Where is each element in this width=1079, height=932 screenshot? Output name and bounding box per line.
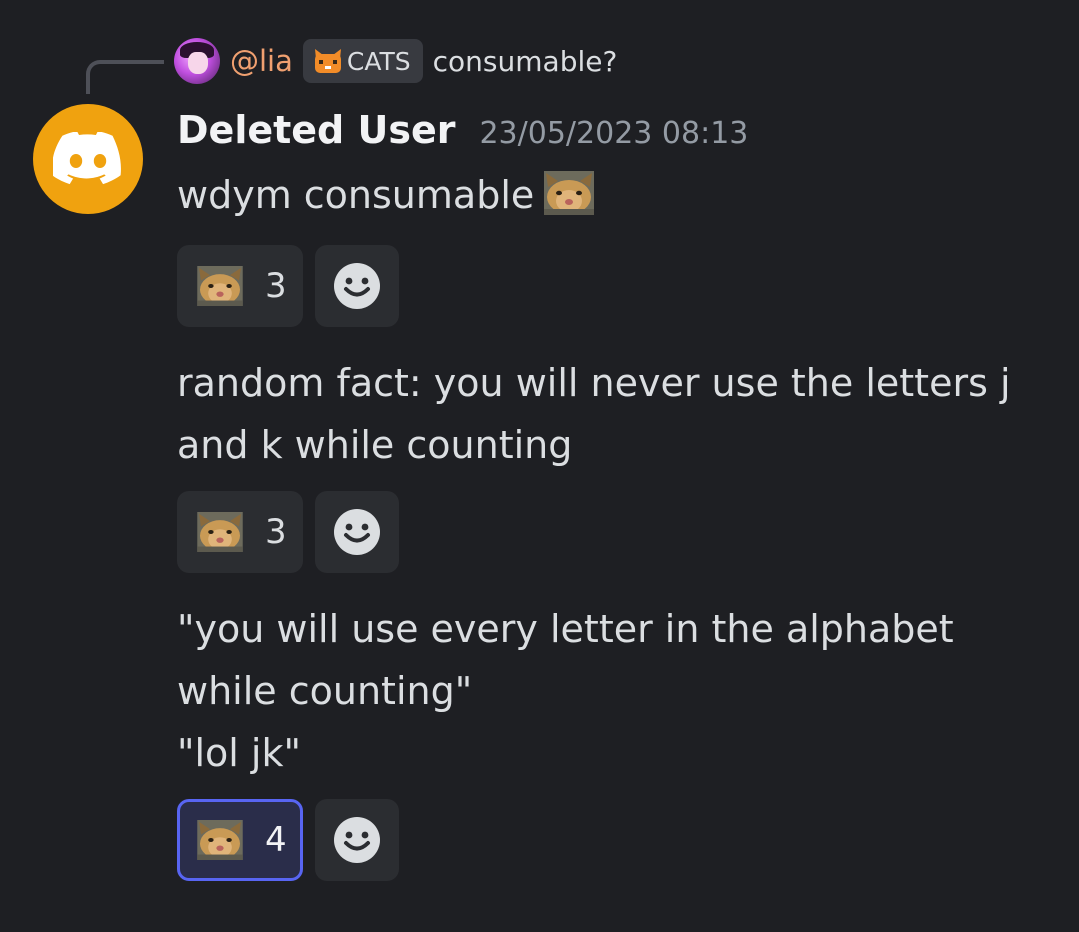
reply-avatar[interactable]	[174, 38, 220, 84]
cat-face-emoji	[195, 820, 245, 860]
message-line: wdym consumable	[177, 173, 535, 217]
author-avatar[interactable]	[33, 104, 143, 214]
reply-text[interactable]: consumable?	[433, 45, 618, 78]
message-text: wdym consumable	[177, 164, 1057, 226]
smiley-icon	[334, 509, 380, 555]
smiley-icon	[334, 263, 380, 309]
cat-face-emoji[interactable]	[544, 170, 594, 216]
smiley-icon	[334, 817, 380, 863]
message-content: Deleted User 23/05/2023 08:13 wdym consu…	[177, 108, 1057, 882]
add-reaction-button[interactable]	[315, 491, 399, 573]
message-text: "you will use every letter in the alphab…	[177, 598, 1057, 784]
reaction-bar: 3	[177, 490, 1057, 574]
message-group: @lia CATS consumable? Deleted User 23/05…	[0, 0, 1079, 932]
message-header: Deleted User 23/05/2023 08:13	[177, 108, 1057, 164]
cat-face-emoji	[195, 266, 245, 306]
message-line: random fact: you will never use the lett…	[177, 361, 1011, 405]
message-line: "you will use every letter in the alphab…	[177, 607, 954, 651]
message-line: and k while counting	[177, 423, 573, 467]
add-reaction-button[interactable]	[315, 245, 399, 327]
clan-tag-label: CATS	[346, 46, 411, 76]
author-username[interactable]: Deleted User	[177, 108, 455, 152]
reaction-count: 3	[265, 512, 287, 552]
reply-connector-line	[86, 60, 164, 94]
reaction-bar: 3	[177, 244, 1057, 328]
message-line: "lol jk"	[177, 731, 301, 775]
reaction-bar: 4	[177, 798, 1057, 882]
reply-username[interactable]: @lia	[230, 44, 293, 78]
reaction-count: 3	[265, 266, 287, 306]
cat-face-icon	[313, 47, 343, 75]
reply-preview[interactable]: @lia CATS consumable?	[174, 36, 617, 86]
reaction-count: 4	[265, 820, 287, 860]
message-text: random fact: you will never use the lett…	[177, 352, 1057, 476]
reaction-button-selected[interactable]: 4	[177, 799, 303, 881]
message-line: while counting"	[177, 669, 473, 713]
add-reaction-button[interactable]	[315, 799, 399, 881]
reaction-button[interactable]: 3	[177, 245, 303, 327]
clan-tag[interactable]: CATS	[302, 39, 423, 83]
discord-logo-icon	[53, 132, 121, 185]
message-timestamp[interactable]: 23/05/2023 08:13	[479, 116, 748, 151]
reaction-button[interactable]: 3	[177, 491, 303, 573]
cat-face-emoji	[195, 512, 245, 552]
